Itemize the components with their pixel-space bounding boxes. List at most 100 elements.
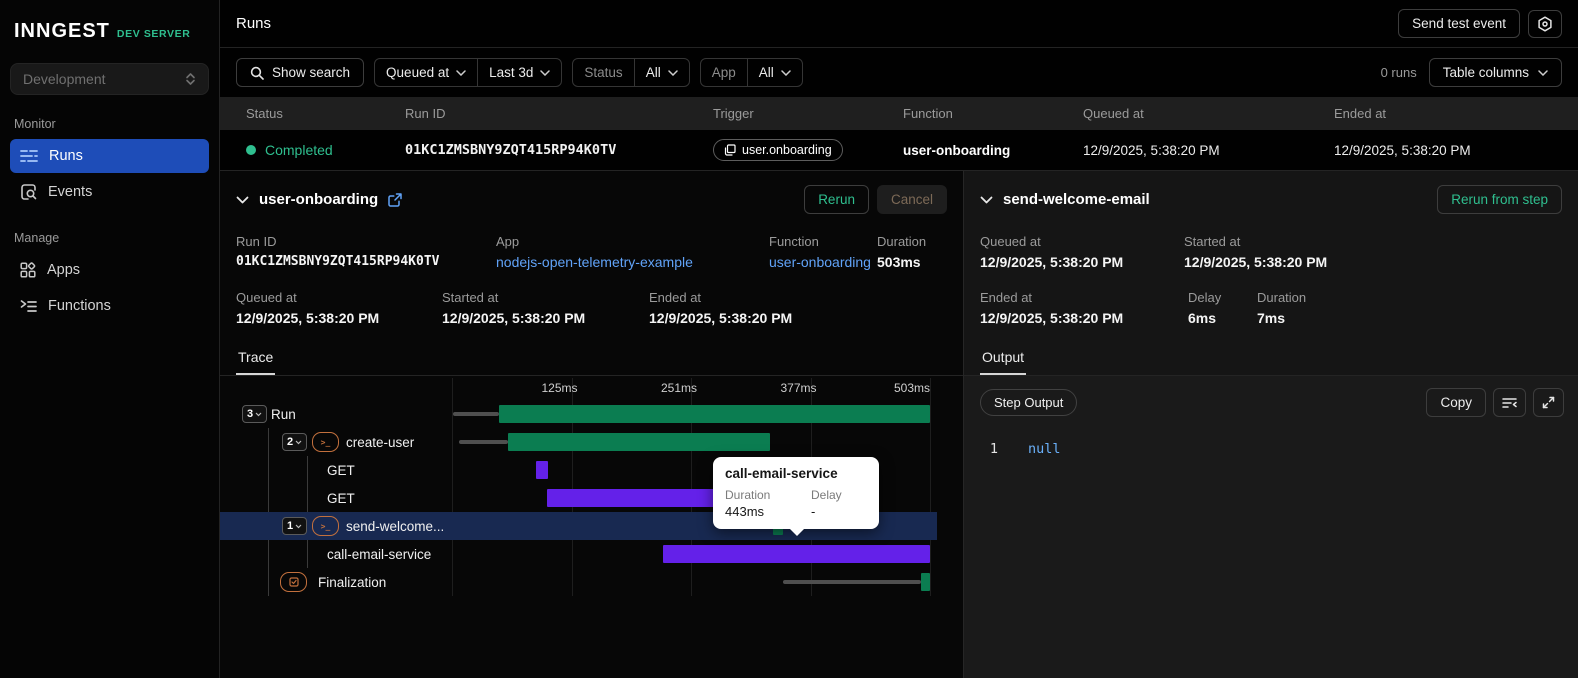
time-filter-group: Queued at Last 3d — [374, 58, 563, 87]
output-code: 1 null — [964, 427, 1578, 471]
trace-row-create-user[interactable]: 2 >_ create-user — [220, 428, 937, 456]
trace-bars — [452, 428, 930, 456]
rerun-button[interactable]: Rerun — [804, 185, 869, 214]
page-title: Runs — [236, 15, 272, 32]
show-search-label: Show search — [272, 65, 351, 80]
filter-bar: Show search Queued at Last 3d Status All — [220, 48, 1578, 97]
trace-bars — [452, 540, 930, 568]
expand-icon — [1542, 396, 1555, 409]
main-area: Runs Send test event Show search Queued … — [220, 0, 1578, 678]
trace-row-label: Run — [271, 406, 296, 422]
chevron-down-icon — [255, 412, 262, 416]
environment-select-value: Development — [23, 71, 106, 87]
external-link-icon[interactable] — [388, 192, 402, 207]
tab-trace[interactable]: Trace — [236, 342, 276, 375]
field-label: Delay — [1188, 290, 1222, 305]
sidebar-item-label: Apps — [47, 262, 81, 278]
sidebar: INNGEST DEV SERVER Development Monitor R… — [0, 0, 220, 678]
app-link[interactable]: nodejs-open-telemetry-example — [496, 254, 769, 270]
run-info-row-1: Run ID 01KC1ZMSBNY9ZQT415RP94K0TV App no… — [220, 234, 963, 270]
field-value: 01KC1ZMSBNY9ZQT415RP94K0TV — [236, 254, 440, 269]
tooltip-delay-value: - — [811, 504, 816, 519]
table-columns-button[interactable]: Table columns — [1428, 58, 1562, 87]
line-number: 1 — [989, 441, 998, 457]
step-output-badge: Step Output — [980, 389, 1078, 416]
child-count-badge[interactable]: 2 — [282, 433, 308, 451]
collapse-chevron-icon[interactable] — [980, 196, 993, 204]
trace-row-finalization[interactable]: Finalization — [220, 568, 937, 596]
sidebar-item-functions[interactable]: Functions — [10, 289, 209, 323]
col-run-id: Run ID — [405, 106, 446, 121]
table-row[interactable]: Completed 01KC1ZMSBNY9ZQT415RP94K0TV use… — [220, 130, 1578, 171]
sidebar-item-label: Events — [48, 184, 93, 200]
collapse-chevron-icon[interactable] — [236, 196, 249, 204]
tooltip-duration-label: Duration — [725, 488, 771, 502]
step-panel-title: send-welcome-email — [1003, 191, 1150, 208]
field-value: 12/9/2025, 5:38:20 PM — [649, 310, 793, 326]
started-at-field: Started at 12/9/2025, 5:38:20 PM — [1184, 234, 1562, 270]
table-columns-label: Table columns — [1442, 65, 1529, 80]
environment-select[interactable]: Development — [10, 63, 209, 95]
top-bar-actions: Send test event — [1398, 9, 1562, 38]
trace-row-label: call-email-service — [327, 546, 432, 562]
expand-button[interactable] — [1533, 388, 1564, 417]
status-filter-dropdown[interactable]: All — [633, 59, 689, 86]
function-link[interactable]: user-onboarding — [769, 254, 877, 270]
sidebar-item-apps[interactable]: Apps — [10, 253, 209, 287]
runs-table-header: Status Run ID Trigger Function Queued at… — [220, 97, 1578, 130]
rerun-from-step-button[interactable]: Rerun from step — [1437, 185, 1562, 214]
sidebar-item-events[interactable]: Events — [10, 175, 209, 209]
trace-row-label: GET — [327, 490, 355, 506]
field-value: 12/9/2025, 5:38:20 PM — [1184, 254, 1328, 270]
axis-tick: 125ms — [541, 381, 578, 395]
trace-bars — [452, 400, 930, 428]
chevron-down-icon — [295, 440, 302, 444]
cancel-button[interactable]: Cancel — [876, 185, 947, 214]
run-info-row-2: Queued at 12/9/2025, 5:38:20 PM Started … — [220, 290, 963, 326]
field-value: 6ms — [1188, 310, 1217, 326]
app-filter-dropdown[interactable]: All — [746, 59, 802, 86]
tooltip-title: call-email-service — [725, 466, 838, 481]
step-panel: send-welcome-email Rerun from step Queue… — [963, 171, 1578, 678]
app-label: App — [711, 65, 736, 80]
app-filter-group: App All — [699, 58, 803, 87]
time-range-dropdown[interactable]: Last 3d — [477, 59, 561, 86]
chevron-down-icon — [781, 69, 791, 76]
run-panel-actions: Rerun Cancel — [804, 185, 947, 214]
logo-row: INNGEST DEV SERVER — [0, 14, 219, 57]
col-status: Status — [246, 106, 283, 121]
top-bar: Runs Send test event — [220, 0, 1578, 48]
trace-row-run[interactable]: 3 Run — [220, 400, 937, 428]
status-label: Status — [584, 65, 623, 80]
queued-at-dropdown[interactable]: Queued at — [375, 59, 477, 86]
child-count: 1 — [287, 520, 294, 532]
field-value: 12/9/2025, 5:38:20 PM — [980, 310, 1124, 326]
tooltip-arrow — [789, 528, 805, 536]
sidebar-item-runs[interactable]: Runs — [10, 139, 209, 173]
send-test-event-button[interactable]: Send test event — [1398, 9, 1520, 38]
child-count-badge[interactable]: 3 — [242, 405, 268, 423]
events-icon — [21, 184, 37, 200]
show-search-button[interactable]: Show search — [236, 58, 365, 87]
trigger-cell: user.onboarding — [713, 139, 903, 161]
word-wrap-button[interactable] — [1493, 388, 1526, 417]
duration-field: Duration 503ms — [877, 234, 947, 270]
field-label: Started at — [1184, 234, 1241, 249]
field-label: Function — [769, 234, 819, 249]
col-function: Function — [903, 106, 953, 121]
tab-output[interactable]: Output — [980, 342, 1027, 375]
field-label: Duration — [1257, 290, 1307, 305]
settings-button[interactable] — [1528, 9, 1562, 38]
child-count-badge[interactable]: 1 — [282, 517, 308, 535]
trace-tooltip: call-email-service Duration Delay 443ms … — [713, 457, 879, 536]
status-value: All — [645, 65, 661, 80]
sidebar-section-monitor: Monitor — [14, 117, 56, 131]
trace-row-call-email-service[interactable]: call-email-service — [220, 540, 937, 568]
copy-button[interactable]: Copy — [1426, 388, 1486, 417]
trigger-badge[interactable]: user.onboarding — [713, 139, 843, 161]
ended-at-field: Ended at 12/9/2025, 5:38:20 PM — [649, 290, 947, 326]
child-count: 2 — [287, 436, 294, 448]
apps-icon — [20, 262, 36, 278]
ended-at-cell: 12/9/2025, 5:38:20 PM — [1334, 142, 1471, 158]
tooltip-grid: Duration Delay 443ms - — [725, 488, 867, 519]
